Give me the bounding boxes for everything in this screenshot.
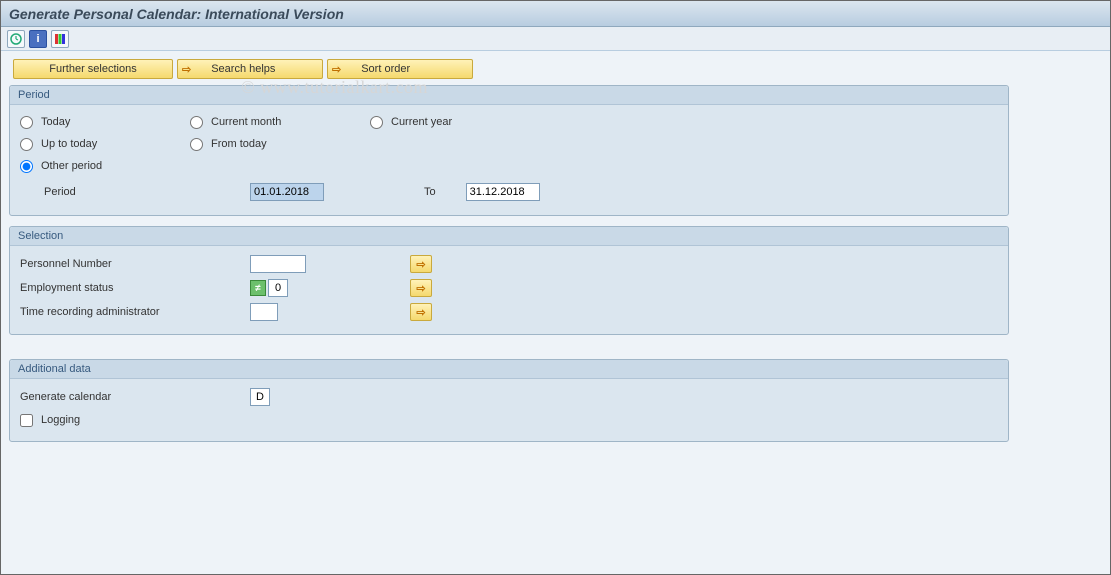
search-helps-label: Search helps (211, 63, 275, 75)
time-rec-admin-multiselect-button[interactable]: ⇨ (410, 303, 432, 321)
radio-up-to-today[interactable]: Up to today (20, 138, 190, 151)
arrow-right-icon: ⇨ (182, 63, 191, 76)
selection-group-title: Selection (10, 227, 1008, 246)
time-rec-admin-input[interactable] (250, 303, 278, 321)
selection-groupbox: Selection Personnel Number ⇨ Employment … (9, 226, 1009, 335)
execute-icon[interactable] (7, 30, 25, 48)
period-field-label: Period (20, 186, 220, 198)
radio-from-today-label: From today (211, 138, 267, 150)
period-to-label: To (424, 186, 436, 198)
page-title: Generate Personal Calendar: Internationa… (9, 6, 344, 22)
logging-label: Logging (41, 414, 80, 426)
sort-order-label: Sort order (361, 63, 410, 75)
arrow-right-icon: ⇨ (332, 63, 341, 76)
period-groupbox: Period Today Current month Current year (9, 85, 1009, 216)
radio-current-month-label: Current month (211, 116, 281, 128)
sort-order-button[interactable]: ⇨ Sort order (327, 59, 473, 79)
titlebar: Generate Personal Calendar: Internationa… (1, 1, 1110, 27)
time-rec-admin-label: Time recording administrator (20, 306, 250, 318)
content-area: © www.tutorialkart.com Further selection… (1, 51, 1110, 574)
radio-current-month[interactable]: Current month (190, 116, 370, 129)
radio-current-year-label: Current year (391, 116, 452, 128)
not-equal-icon[interactable]: ≠ (250, 280, 266, 296)
radio-today-label: Today (41, 116, 70, 128)
personnel-number-multiselect-button[interactable]: ⇨ (410, 255, 432, 273)
radio-today[interactable]: Today (20, 116, 190, 129)
info-icon[interactable]: i (29, 30, 47, 48)
radio-current-year-input[interactable] (370, 116, 383, 129)
variant-icon[interactable] (51, 30, 69, 48)
employment-status-input[interactable] (268, 279, 288, 297)
radio-other-period-label: Other period (41, 160, 102, 172)
additional-data-group-title: Additional data (10, 360, 1008, 379)
logging-checkbox-row[interactable]: Logging (20, 409, 998, 431)
period-to-input[interactable] (466, 183, 540, 201)
app-toolbar: i (1, 27, 1110, 51)
employment-status-multiselect-button[interactable]: ⇨ (410, 279, 432, 297)
search-helps-button[interactable]: ⇨ Search helps (177, 59, 323, 79)
radio-current-year[interactable]: Current year (370, 116, 510, 129)
radio-from-today[interactable]: From today (190, 138, 370, 151)
selection-screen-buttons: Further selections ⇨ Search helps ⇨ Sort… (13, 59, 1102, 79)
radio-other-period[interactable]: Other period (20, 160, 190, 173)
radio-up-to-today-input[interactable] (20, 138, 33, 151)
employment-status-label: Employment status (20, 282, 250, 294)
logging-checkbox[interactable] (20, 414, 33, 427)
personnel-number-label: Personnel Number (20, 258, 250, 270)
period-group-title: Period (10, 86, 1008, 105)
further-selections-label: Further selections (49, 63, 136, 75)
additional-data-groupbox: Additional data Generate calendar Loggin… (9, 359, 1009, 442)
personnel-number-input[interactable] (250, 255, 306, 273)
radio-other-period-input[interactable] (20, 160, 33, 173)
generate-calendar-input[interactable] (250, 388, 270, 406)
further-selections-button[interactable]: Further selections (13, 59, 173, 79)
period-from-input[interactable] (250, 183, 324, 201)
radio-today-input[interactable] (20, 116, 33, 129)
radio-up-to-today-label: Up to today (41, 138, 97, 150)
radio-from-today-input[interactable] (190, 138, 203, 151)
generate-calendar-label: Generate calendar (20, 391, 250, 403)
radio-current-month-input[interactable] (190, 116, 203, 129)
